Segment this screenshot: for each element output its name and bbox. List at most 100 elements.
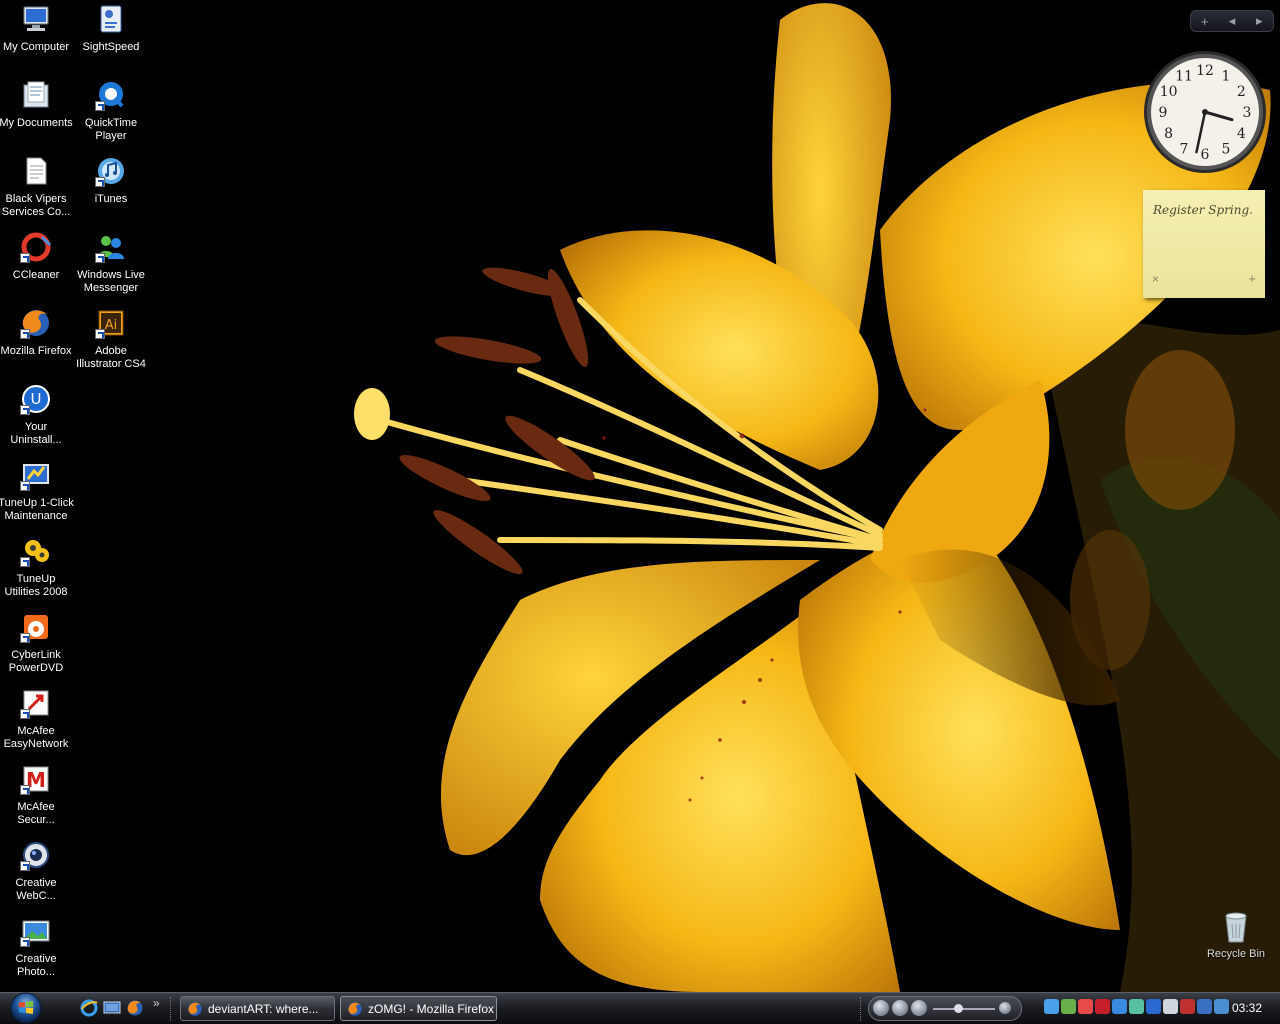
desktop-icon-label: SightSpeed <box>82 41 140 53</box>
next-track-button[interactable] <box>911 1000 927 1016</box>
desktop-icon[interactable]: My Computer <box>0 1 74 75</box>
desktop-icon-label: QuickTime Player <box>84 117 138 142</box>
recycle-bin[interactable]: Recycle Bin <box>1200 910 1272 970</box>
desktop-icon-label: TuneUp 1-Click Maintenance <box>0 497 74 522</box>
desktop-icon[interactable]: iTunes <box>73 153 149 227</box>
note-add-button[interactable]: + <box>1248 271 1256 286</box>
desktop-icon[interactable]: TuneUp Utilities 2008 <box>0 533 74 607</box>
display-tray-icon[interactable] <box>1197 999 1212 1014</box>
shortcut-arrow-icon <box>95 329 105 339</box>
mcafee-easynetwork-icon <box>20 687 52 719</box>
desktop-icon[interactable]: Mozilla Firefox <box>0 305 74 379</box>
ccleaner-icon <box>20 231 52 263</box>
sidebar-controls: + ◂ ▸ <box>1190 10 1274 32</box>
taskbar-button-deviantart[interactable]: deviantART: where... <box>180 996 335 1021</box>
desktop-icon[interactable]: SightSpeed <box>73 1 149 75</box>
sidebar-next-button[interactable]: ▸ <box>1249 13 1269 29</box>
start-button[interactable] <box>6 992 46 1024</box>
volume-slider-knob[interactable] <box>953 1004 963 1013</box>
volume-icon[interactable] <box>999 1002 1011 1014</box>
desktop-icon[interactable]: QuickTime Player <box>73 77 149 151</box>
clock-gadget[interactable]: 12 12 3 45678 9 1011 <box>1142 49 1268 175</box>
photo-icon <box>20 915 52 947</box>
tuneup-utilities-icon <box>20 535 52 567</box>
recycle-bin-icon <box>1225 912 1247 943</box>
clock-numeral: 11 <box>1175 69 1193 85</box>
clock-numeral: 10 <box>1160 84 1178 100</box>
desktop-icon[interactable]: My Documents <box>0 77 74 151</box>
task-label: zOMG! - Mozilla Firefox <box>368 1001 495 1016</box>
taskbar-clock[interactable]: 03:32 <box>1232 1001 1262 1015</box>
desktop-icon-label: Black Vipers Services Co... <box>1 193 71 218</box>
mcafee-security-icon: M <box>20 763 52 795</box>
security-tray-icon[interactable] <box>1180 999 1195 1014</box>
app-tray-icon[interactable] <box>1214 999 1229 1014</box>
shortcut-arrow-icon <box>95 253 105 263</box>
desktop-icon-label: McAfee Secur... <box>17 801 55 826</box>
add-gadget-button[interactable]: + <box>1195 14 1215 29</box>
desktop-icon[interactable]: Ai Adobe Illustrator CS4 <box>73 305 149 379</box>
sticky-note-gadget[interactable]: Register Spring. × + <box>1143 190 1265 298</box>
sidebar-prev-button[interactable]: ◂ <box>1222 13 1242 29</box>
text-document-icon <box>20 155 52 187</box>
clock-numeral: 6 <box>1201 147 1210 163</box>
desktop-icon[interactable]: M McAfee Secur... <box>0 761 74 835</box>
show-desktop-icon[interactable] <box>103 999 121 1017</box>
mcafee-tray-icon[interactable] <box>1095 999 1110 1014</box>
documents-folder-icon <box>20 79 52 111</box>
desktop-icon-label: CyberLink PowerDVD <box>8 649 64 674</box>
taskbar-separator <box>170 997 174 1021</box>
desktop-icon-label: Adobe Illustrator CS4 <box>76 345 146 370</box>
recycle-bin-label: Recycle Bin <box>1206 948 1266 960</box>
ie-icon[interactable] <box>80 999 98 1017</box>
desktop-icon-label: McAfee EasyNetwork <box>3 725 69 750</box>
desktop-icon[interactable]: Black Vipers Services Co... <box>0 153 74 227</box>
firefox-icon <box>20 307 52 339</box>
network-tray-icon[interactable] <box>1061 999 1076 1014</box>
clock-numeral: 7 <box>1180 141 1189 157</box>
uninstaller-icon: U <box>20 383 52 415</box>
clock-numeral: 3 <box>1243 105 1252 121</box>
note-delete-button[interactable]: × <box>1152 272 1159 286</box>
shortcut-arrow-icon <box>20 557 30 567</box>
desktop-icon[interactable]: CCleaner <box>0 229 74 303</box>
computer-icon <box>20 3 52 35</box>
clock-numeral: 4 <box>1237 126 1246 142</box>
shortcut-arrow-icon <box>20 481 30 491</box>
shortcut-arrow-icon <box>20 329 30 339</box>
shortcut-arrow-icon <box>20 253 30 263</box>
clock-numeral: 5 <box>1222 141 1231 157</box>
tuneup-tray-icon[interactable] <box>1146 999 1161 1014</box>
clock-numeral: 9 <box>1159 105 1168 121</box>
desktop-icon[interactable]: TuneUp 1-Click Maintenance <box>0 457 74 531</box>
desktop-icon-label: TuneUp Utilities 2008 <box>4 573 68 598</box>
note-text[interactable]: Register Spring. <box>1153 203 1253 217</box>
quick-launch-more-button[interactable]: » <box>153 996 160 1010</box>
desktop-icon[interactable]: Creative WebC... <box>0 837 74 911</box>
taskbar: » deviantART: where... zOMG! - Mozilla F… <box>0 992 1280 1024</box>
shortcut-arrow-icon <box>20 937 30 947</box>
itunes-tray-icon[interactable] <box>1044 999 1059 1014</box>
volume-slider[interactable] <box>933 1008 995 1010</box>
previous-track-button[interactable] <box>873 1000 889 1016</box>
desktop-icon-label: Windows Live Messenger <box>77 269 145 294</box>
desktop-icon[interactable]: CyberLink PowerDVD <box>0 609 74 683</box>
desktop-icon[interactable]: McAfee EasyNetwork <box>0 685 74 759</box>
connection-tray-icon[interactable] <box>1129 999 1144 1014</box>
messenger-tray-icon[interactable] <box>1078 999 1093 1014</box>
desktop-icon-label: Creative Photo... <box>15 953 57 978</box>
svg-text:U: U <box>31 390 42 408</box>
desktop-icon[interactable]: U Your Uninstall... <box>0 381 74 455</box>
clock-numeral: 2 <box>1237 84 1246 100</box>
desktop-icon-label: My Documents <box>0 117 73 129</box>
firefox-icon[interactable] <box>126 999 144 1017</box>
volume-tray-icon[interactable] <box>1163 999 1178 1014</box>
desktop-icon[interactable]: Windows Live Messenger <box>73 229 149 303</box>
taskbar-button-zomg[interactable]: zOMG! - Mozilla Firefox <box>340 996 497 1021</box>
shortcut-arrow-icon <box>20 861 30 871</box>
pause-button[interactable] <box>892 1000 908 1016</box>
quicktime-icon <box>95 79 127 111</box>
system-tray <box>1044 999 1229 1019</box>
globe-tray-icon[interactable] <box>1112 999 1127 1014</box>
desktop-icon[interactable]: Creative Photo... <box>0 913 74 987</box>
